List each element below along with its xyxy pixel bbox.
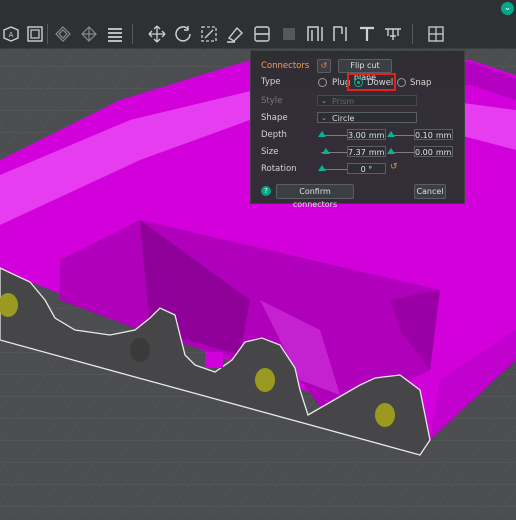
depth-input[interactable]: 3.00 mm xyxy=(347,129,386,140)
scale-icon[interactable] xyxy=(198,23,220,45)
grid-icon[interactable] xyxy=(52,23,74,45)
paint-icon[interactable] xyxy=(224,23,246,45)
collapse-toolbar-button[interactable]: ⌄ xyxy=(501,2,514,15)
size-input[interactable]: 7.37 mm xyxy=(347,146,386,157)
depth-label: Depth xyxy=(261,130,287,140)
assembly-icon[interactable] xyxy=(425,23,447,45)
connectors-label: Connectors xyxy=(261,61,310,71)
rotation-input[interactable]: 0 ° xyxy=(347,163,386,174)
depth-slider-thumb[interactable] xyxy=(318,131,326,137)
dowel-hole xyxy=(375,403,395,427)
type-label: Type xyxy=(261,77,281,87)
connector-preview xyxy=(205,352,223,368)
size-label: Size xyxy=(261,147,279,157)
shape-select[interactable]: ⌄ Circle xyxy=(317,112,417,123)
confirm-connectors-button[interactable]: Confirm connectors xyxy=(276,184,354,209)
rotation-label: Rotation xyxy=(261,164,297,174)
text-icon[interactable] xyxy=(356,23,378,45)
shape-label: Shape xyxy=(261,113,288,123)
brim-icon[interactable] xyxy=(330,23,352,45)
cut-connectors-panel: Connectors ↺ Flip cut plane Type Plug Do… xyxy=(250,50,465,209)
top-toolbar: A ⌄ xyxy=(0,0,516,49)
depth-tolerance-thumb[interactable] xyxy=(387,131,395,137)
size-tolerance-thumb[interactable] xyxy=(387,148,395,154)
flip-cut-plane-button[interactable]: Flip cut plane xyxy=(338,59,392,82)
cut-icon[interactable] xyxy=(251,23,273,45)
cancel-button[interactable]: Cancel xyxy=(414,184,446,199)
split-objects-icon[interactable] xyxy=(78,23,100,45)
dowel-hole xyxy=(255,368,275,392)
size-slider-thumb[interactable] xyxy=(322,148,330,154)
layout-icon[interactable] xyxy=(24,23,46,45)
dowel-highlight xyxy=(347,73,396,91)
rotation-slider-thumb[interactable] xyxy=(318,165,326,171)
layers-icon[interactable] xyxy=(104,23,126,45)
depth-tolerance-input[interactable]: 0.10 mm xyxy=(414,129,453,140)
rotate-icon[interactable] xyxy=(172,23,194,45)
arrange-icon[interactable]: A xyxy=(0,23,22,45)
reset-icon[interactable]: ↺ xyxy=(317,59,331,73)
style-label: Style xyxy=(261,96,283,106)
measure-icon[interactable] xyxy=(382,23,404,45)
move-icon[interactable] xyxy=(146,23,168,45)
style-select[interactable]: ⌄ Prism xyxy=(317,95,417,106)
dowel-hole xyxy=(130,338,150,362)
svg-text:A: A xyxy=(9,31,14,39)
help-icon[interactable]: ? xyxy=(261,186,271,196)
plug-radio[interactable] xyxy=(318,78,327,87)
snap-radio[interactable] xyxy=(397,78,406,87)
seam-icon[interactable] xyxy=(304,23,326,45)
rotation-reset-icon[interactable]: ↺ xyxy=(390,162,398,172)
support-icon[interactable] xyxy=(278,23,300,45)
size-tolerance-input[interactable]: 0.00 mm xyxy=(414,146,453,157)
snap-option-label: Snap xyxy=(410,78,432,88)
